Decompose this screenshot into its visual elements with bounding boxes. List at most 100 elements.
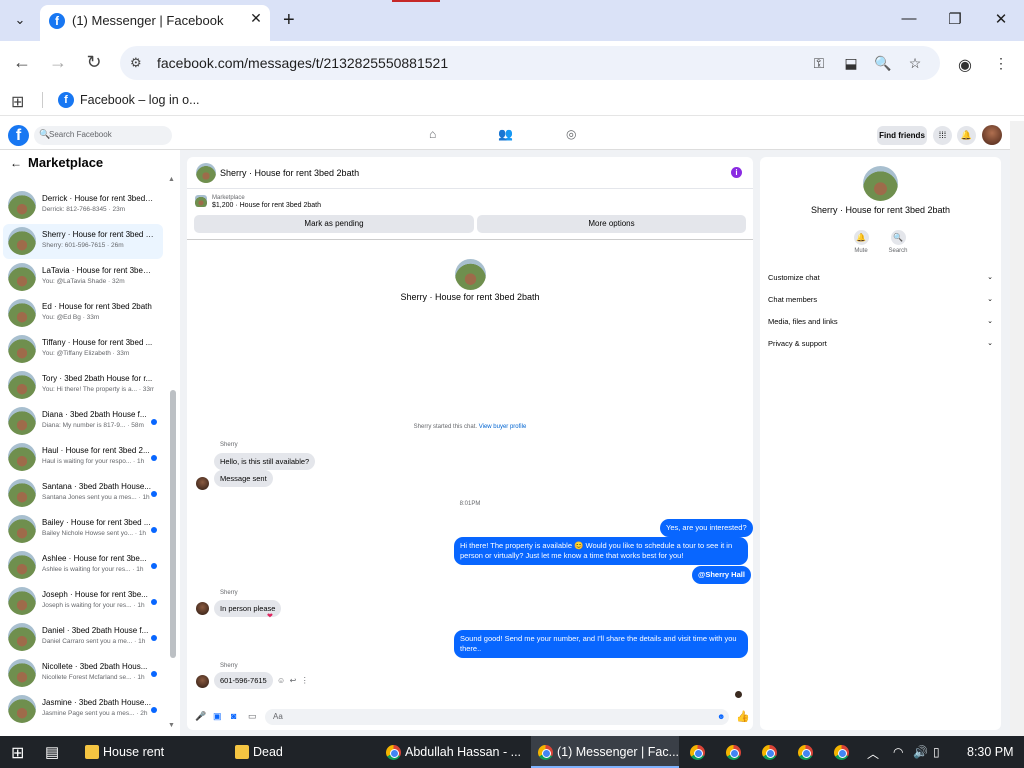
sidebar-conversation[interactable]: LaTavia · House for rent 3bed ... You: @L… [3, 260, 163, 295]
bookmark-facebook[interactable]: Facebook – log in o... [80, 93, 200, 107]
more-icon[interactable]: ⋮ [301, 676, 309, 685]
message-input[interactable]: Aa ☻ [265, 709, 729, 725]
reply-icon[interactable]: ↩ [290, 676, 297, 685]
volume-icon[interactable]: 🔊 [913, 745, 928, 759]
section-chat-members[interactable]: Chat members ⌄ [768, 295, 993, 304]
photo-icon[interactable]: ▣ [213, 711, 222, 722]
sidebar-conversation[interactable]: Santana · 3bed 2bath House... Santana Jon… [3, 476, 163, 511]
message-outgoing[interactable]: Yes, are you interested? [660, 519, 753, 537]
search-button[interactable]: 🔍 Search [883, 230, 913, 254]
wifi-icon[interactable]: ◠ [893, 745, 903, 759]
groups-icon[interactable]: ◎ [566, 127, 576, 141]
sidebar-conversation[interactable]: Ed · House for rent 3bed 2bath You: @Ed B… [3, 296, 163, 331]
facebook-bookmark-icon[interactable]: f [58, 92, 74, 108]
message-outgoing[interactable]: Hi there! The property is available 😊 Wo… [454, 537, 748, 565]
chat-title[interactable]: Sherry · House for rent 3bed 2bath [220, 168, 359, 178]
heart-reaction-icon[interactable]: ❤ [267, 612, 273, 620]
start-windows-icon[interactable]: ⊞ [11, 743, 24, 763]
message-incoming[interactable]: Hello, is this still available? [214, 453, 316, 470]
facebook-logo-icon[interactable]: f [8, 125, 29, 146]
message-outgoing-mention[interactable]: @Sherry Hall [692, 566, 751, 584]
install-app-icon[interactable]: ⬓ [840, 55, 862, 72]
back-icon[interactable]: ← [10, 52, 34, 73]
info-icon[interactable]: i [731, 167, 742, 178]
thumbs-up-icon[interactable]: 👍 [736, 710, 750, 723]
friends-icon[interactable]: 👥 [498, 127, 513, 141]
view-buyer-profile-link[interactable]: View buyer profile [479, 424, 527, 430]
sidebar-conversation[interactable]: Sherry · House for rent 3bed 2... Sherry:… [3, 224, 163, 259]
message-incoming[interactable]: 601-596-7615 [214, 672, 273, 689]
site-info-icon[interactable]: ⚙ [130, 55, 142, 71]
zoom-icon[interactable]: 🔍 [872, 55, 894, 72]
bookmark-star-icon[interactable]: ☆ [904, 55, 926, 72]
scroll-down-icon[interactable]: ▼ [168, 722, 175, 729]
message-outgoing[interactable]: Sound good! Send me your number, and I'l… [454, 630, 748, 658]
mark-pending-button[interactable]: Mark as pending [194, 215, 474, 233]
password-key-icon[interactable]: ⚿ [808, 55, 830, 72]
sidebar-conversation[interactable]: Bailey · House for rent 3bed ... Bailey N… [3, 512, 163, 547]
tray-chevron-icon[interactable]: ︿ [867, 745, 879, 762]
sidebar-conversation[interactable]: Jasmine · 3bed 2bath House... Jasmine Pag… [3, 692, 163, 727]
home-icon[interactable]: ⌂ [429, 127, 436, 141]
more-options-button[interactable]: More options [477, 215, 746, 233]
sidebar-conversation[interactable]: Derrick · House for rent 3bed ... Derrick… [3, 188, 163, 223]
microphone-icon[interactable]: 🎤 [195, 711, 206, 722]
sidebar-conversation[interactable]: Joseph · House for rent 3be... Joseph is … [3, 584, 163, 619]
find-friends-button[interactable]: Find friends [877, 126, 927, 145]
task-view-icon[interactable]: ▤ [45, 743, 59, 761]
reload-icon[interactable]: ↻ [82, 52, 106, 73]
section-customize-chat[interactable]: Customize chat ⌄ [768, 273, 993, 282]
tab-close-icon[interactable]: ✕ [246, 10, 266, 27]
account-avatar[interactable] [982, 125, 1002, 145]
taskbar-item[interactable]: House rent [103, 745, 164, 759]
page-scrollbar[interactable] [1010, 121, 1024, 736]
section-media-files[interactable]: Media, files and links ⌄ [768, 317, 993, 326]
section-privacy-support[interactable]: Privacy & support ⌄ [768, 339, 993, 348]
sidebar-conversation[interactable]: Daniel · 3bed 2bath House f... Daniel Car… [3, 620, 163, 655]
sidebar-conversation[interactable]: Tory · 3bed 2bath House for r... You: Hi … [3, 368, 163, 403]
chrome-icon[interactable] [762, 745, 777, 760]
gif-icon[interactable]: ▭ [248, 711, 257, 722]
new-tab-icon[interactable]: + [283, 9, 295, 31]
browser-tab[interactable]: f (1) Messenger | Facebook ✕ [40, 5, 270, 41]
scroll-up-icon[interactable]: ▲ [168, 176, 175, 183]
sender-avatar[interactable] [196, 602, 209, 615]
menu-icon[interactable]: ⋮ [990, 55, 1012, 72]
sidebar-conversation[interactable]: Tiffany · House for rent 3bed ... You: @T… [3, 332, 163, 367]
taskbar-item[interactable]: (1) Messenger | Fac... [557, 745, 679, 759]
sidebar-conversation[interactable]: Haul · House for rent 3bed 2... Haul is w… [3, 440, 163, 475]
chrome-icon[interactable] [798, 745, 813, 760]
info-avatar[interactable] [863, 166, 898, 201]
restore-icon[interactable]: ❐ [940, 10, 970, 28]
message-incoming[interactable]: Message sent [214, 470, 273, 487]
facebook-search-input[interactable]: 🔍 Search Facebook [34, 126, 172, 145]
taskbar-item[interactable]: Dead [253, 745, 283, 759]
emoji-icon[interactable]: ☻ [717, 712, 725, 721]
window-close-icon[interactable]: ✕ [986, 10, 1016, 28]
chat-avatar[interactable] [196, 163, 216, 183]
back-arrow-icon[interactable]: ← [10, 156, 22, 170]
profile-icon[interactable]: ◉ [954, 55, 976, 75]
chrome-icon[interactable] [834, 745, 849, 760]
battery-icon[interactable]: ▯ [933, 745, 940, 759]
notifications-icon[interactable]: 🔔 [957, 126, 976, 145]
intro-avatar[interactable] [455, 259, 486, 290]
sidebar-conversation[interactable]: Diana · 3bed 2bath House f... Diana: My n… [3, 404, 163, 439]
tab-search-chevron-icon[interactable]: ⌄ [8, 9, 32, 31]
minimize-icon[interactable]: — [894, 10, 924, 27]
sender-avatar[interactable] [196, 477, 209, 490]
sidebar-conversation[interactable]: Nicollete · 3bed 2bath Hous... Nicollete … [3, 656, 163, 691]
listing-summary[interactable]: $1,200 · House for rent 3bed 2bath [212, 202, 321, 209]
chrome-icon[interactable] [726, 745, 741, 760]
sidebar-scrollbar[interactable] [170, 390, 176, 658]
listing-thumbnail[interactable] [195, 195, 207, 207]
sidebar-conversation[interactable]: Ashlee · House for rent 3be... Ashlee is … [3, 548, 163, 583]
mute-button[interactable]: 🔔 Mute [846, 230, 876, 254]
sender-avatar[interactable] [196, 675, 209, 688]
react-icon[interactable]: ☺ [277, 676, 285, 685]
apps-grid-icon[interactable]: ⊞ [11, 92, 24, 112]
forward-icon[interactable]: → [46, 52, 70, 73]
taskbar-item[interactable]: Abdullah Hassan - ... [405, 745, 521, 759]
menu-grid-icon[interactable]: ⁞⁞⁞ [933, 126, 952, 145]
chrome-icon[interactable] [690, 745, 705, 760]
